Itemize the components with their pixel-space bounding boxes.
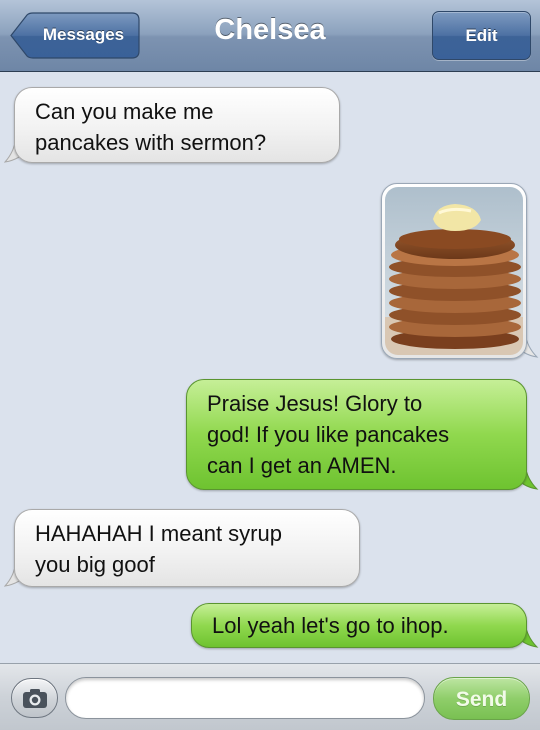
camera-button[interactable] xyxy=(11,678,58,718)
message-line: can I get an AMEN. xyxy=(207,453,397,478)
message-line: you big goof xyxy=(35,552,155,577)
message-bubble-outgoing[interactable]: Lol yeah let's go to ihop. xyxy=(191,603,527,648)
image-message-bubble[interactable] xyxy=(381,183,527,359)
camera-icon xyxy=(23,689,47,708)
message-line: god! If you like pancakes xyxy=(207,422,450,447)
edit-button-label: Edit xyxy=(465,26,498,45)
pancake-stack-photo xyxy=(385,187,523,355)
message-input-bar: Send xyxy=(0,663,540,730)
message-line: Can you make me xyxy=(35,99,214,124)
message-bubble-incoming[interactable]: Can you make me pancakes with sermon? xyxy=(14,87,340,163)
message-line: Lol yeah let's go to ihop. xyxy=(212,613,449,638)
edit-button[interactable]: Edit xyxy=(432,11,531,60)
message-line: pancakes with sermon? xyxy=(35,130,267,155)
message-line: Praise Jesus! Glory to xyxy=(207,391,423,416)
send-button-label: Send xyxy=(455,688,508,711)
message-text-field[interactable] xyxy=(65,677,425,719)
message-bubble-outgoing[interactable]: Praise Jesus! Glory to god! If you like … xyxy=(186,379,527,490)
navigation-bar: Messages Chelsea Edit xyxy=(0,0,540,72)
send-button[interactable]: Send xyxy=(433,677,530,720)
message-bubble-incoming[interactable]: HAHAHAH I meant syrup you big goof xyxy=(14,509,360,587)
message-line: HAHAHAH I meant syrup xyxy=(35,521,282,546)
